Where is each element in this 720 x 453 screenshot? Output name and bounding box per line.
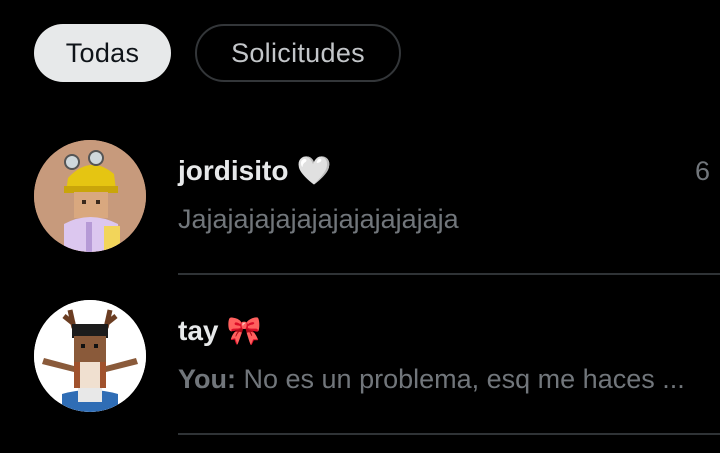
filter-requests-tab[interactable]: Solicitudes bbox=[195, 24, 401, 82]
ribbon-icon: 🎀 bbox=[226, 315, 262, 346]
white-heart-icon: 🤍 bbox=[296, 155, 332, 186]
conversation-item-tay[interactable]: tay 🎀 You: No es un problema, esq me hac… bbox=[0, 300, 720, 436]
contact-name: jordisito bbox=[178, 154, 289, 186]
avatar[interactable] bbox=[34, 300, 146, 412]
filter-all-tab[interactable]: Todas bbox=[34, 24, 171, 82]
avatar-image bbox=[34, 300, 146, 412]
divider bbox=[178, 273, 720, 275]
conversation-name: tay 🎀 bbox=[178, 314, 261, 347]
message-text: No es un problema, esq me haces ... bbox=[243, 364, 685, 394]
message-preview: You: No es un problema, esq me haces ... bbox=[178, 364, 720, 395]
message-text: Jajajajajajajajajajajajaja bbox=[178, 204, 459, 234]
avatar[interactable] bbox=[34, 140, 146, 252]
conversation-item-jordisito[interactable]: jordisito 🤍 6 Jajajajajajajajajajajajaja bbox=[0, 140, 720, 276]
divider bbox=[178, 433, 720, 435]
sender-prefix: You: bbox=[178, 364, 236, 394]
message-preview: Jajajajajajajajajajajajaja bbox=[178, 204, 720, 235]
conversation-name: jordisito 🤍 bbox=[178, 154, 331, 187]
contact-name: tay bbox=[178, 314, 219, 346]
message-time: 6 bbox=[694, 156, 710, 186]
avatar-image bbox=[34, 140, 146, 252]
